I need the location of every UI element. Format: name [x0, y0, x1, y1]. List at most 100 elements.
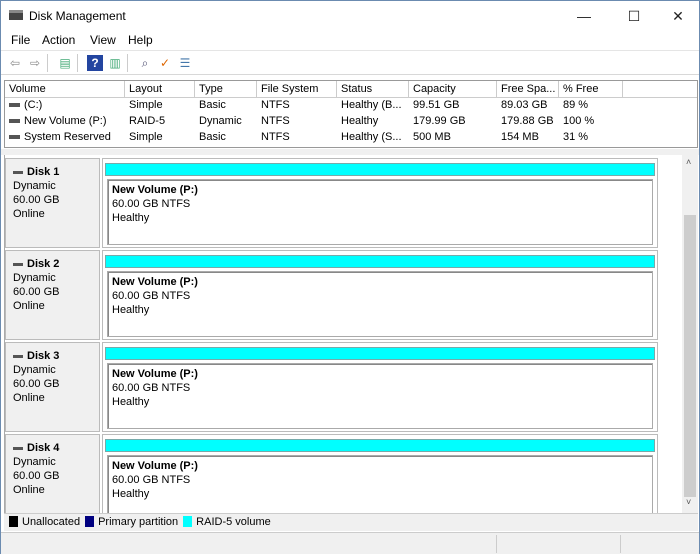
volume-partition[interactable]: New Volume (P:) 60.00 GB NTFS Healthy [107, 455, 653, 513]
table-cell[interactable]: 100 % [559, 114, 623, 130]
table-cell[interactable]: 99.51 GB [409, 98, 497, 114]
minimize-button[interactable]: — [561, 1, 607, 31]
vertical-scrollbar[interactable]: ˄ ˅ [682, 155, 698, 513]
legend-label: Unallocated [22, 516, 81, 528]
column-header-7[interactable]: % Free [559, 81, 623, 98]
disk-icon [13, 446, 23, 450]
column-header-6[interactable]: Free Spa... [497, 81, 559, 98]
column-header-empty [623, 81, 697, 98]
disk-type: Dynamic [13, 272, 56, 284]
disk-icon [13, 354, 23, 358]
volume-area: New Volume (P:) 60.00 GB NTFS Healthy [102, 342, 658, 432]
disk-row: Disk 1 Dynamic 60.00 GB Online New Volume (P… [5, 158, 681, 250]
table-cell[interactable]: Simple [125, 98, 195, 114]
disk-name-text: Disk 3 [27, 350, 60, 362]
table-cell[interactable]: Healthy (B... [337, 98, 409, 114]
table-cell[interactable]: NTFS [257, 114, 337, 130]
close-button[interactable]: ✕ [655, 1, 700, 31]
volume-partition[interactable]: New Volume (P:) 60.00 GB NTFS Healthy [107, 271, 653, 337]
cell-text: 89 % [563, 99, 589, 111]
disk-label[interactable]: Disk 4 Dynamic 60.00 GB Online [5, 434, 100, 513]
volume-area: New Volume (P:) 60.00 GB NTFS Healthy [102, 434, 658, 513]
cell-text: Simple [129, 131, 163, 143]
menu-help[interactable]: Help [128, 33, 153, 47]
volume-partition[interactable]: New Volume (P:) 60.00 GB NTFS Healthy [107, 363, 653, 429]
disk-name: Disk 3 [13, 349, 92, 363]
action-pane-icon[interactable]: ▥ [107, 55, 123, 71]
volume-health: Healthy [112, 212, 150, 224]
console-tree-icon[interactable]: ▤ [57, 55, 73, 71]
cell-text: NTFS [261, 115, 290, 127]
disk-label[interactable]: Disk 2 Dynamic 60.00 GB Online [5, 250, 100, 340]
table-cell[interactable]: Simple [125, 130, 195, 146]
menu-view[interactable]: View [90, 33, 116, 47]
table-cell[interactable]: 500 MB [409, 130, 497, 146]
table-cell[interactable]: NTFS [257, 130, 337, 146]
status-bar [1, 532, 699, 554]
volume-name: New Volume (P:) [112, 276, 198, 288]
column-header-0[interactable]: Volume [5, 81, 125, 98]
maximize-button[interactable]: ☐ [611, 1, 657, 31]
cell-text: 500 MB [413, 131, 451, 143]
raid5-volume-bar [105, 347, 655, 360]
volume-name[interactable]: (C:) [5, 98, 125, 114]
legend: Unallocated Primary partition RAID-5 volum… [4, 513, 698, 531]
table-cell[interactable]: Healthy [337, 114, 409, 130]
table-cell[interactable]: RAID-5 [125, 114, 195, 130]
table-cell[interactable]: 31 % [559, 130, 623, 146]
table-cell[interactable]: Basic [195, 98, 257, 114]
column-header-4[interactable]: Status [337, 81, 409, 98]
table-cell[interactable]: 89 % [559, 98, 623, 114]
cell-text: NTFS [261, 99, 290, 111]
menu-bar: File Action View Help [1, 31, 699, 49]
volume-name[interactable]: System Reserved [5, 130, 125, 146]
forward-arrow-icon[interactable]: ⇨ [27, 55, 43, 71]
toolbar-separator [127, 54, 128, 72]
disk-label[interactable]: Disk 1 Dynamic 60.00 GB Online [5, 158, 100, 248]
status-divider [620, 535, 621, 553]
cell-text: Simple [129, 99, 163, 111]
volume-partition[interactable]: New Volume (P:) 60.00 GB NTFS Healthy [107, 179, 653, 245]
volume-health: Healthy [112, 304, 150, 316]
volume-name: New Volume (P:) [112, 368, 198, 380]
raid5-volume-bar [105, 255, 655, 268]
scroll-up-icon[interactable]: ˄ [686, 157, 691, 167]
column-header-5[interactable]: Capacity [409, 81, 497, 98]
menu-action[interactable]: Action [42, 33, 75, 47]
checklist-icon[interactable]: ✓ [157, 55, 173, 71]
cell-text: Healthy (S... [341, 131, 402, 143]
table-cell[interactable]: 154 MB [497, 130, 559, 146]
volume-name: New Volume (P:) [112, 184, 198, 196]
disk-size: 60.00 GB [13, 470, 60, 482]
column-header-2[interactable]: Type [195, 81, 257, 98]
back-arrow-icon[interactable]: ⇦ [7, 55, 23, 71]
disk-label[interactable]: Disk 3 Dynamic 60.00 GB Online [5, 342, 100, 432]
disk-map: Disk 1 Dynamic 60.00 GB Online New Volume (P… [4, 155, 681, 513]
table-cell[interactable]: 179.88 GB [497, 114, 559, 130]
cell-text: 99.51 GB [413, 99, 460, 111]
table-cell[interactable]: Healthy (S... [337, 130, 409, 146]
table-cell[interactable]: 179.99 GB [409, 114, 497, 130]
volume-name[interactable]: New Volume (P:) [5, 114, 125, 130]
column-header-3[interactable]: File System [257, 81, 337, 98]
volume-list: Volume Layout Type File System Status Capacit… [4, 80, 698, 148]
drive-icon [9, 119, 20, 124]
help-icon[interactable]: ? [87, 55, 103, 71]
column-header-1[interactable]: Layout [125, 81, 195, 98]
disk-name-text: Disk 1 [27, 166, 60, 178]
scrollbar-thumb[interactable] [684, 215, 696, 497]
disk-type: Dynamic [13, 364, 56, 376]
table-cell[interactable]: 89.03 GB [497, 98, 559, 114]
scroll-down-icon[interactable]: ˅ [686, 497, 691, 507]
volume-detail: 60.00 GB NTFS [112, 290, 191, 302]
volume-detail: 60.00 GB NTFS [112, 198, 191, 210]
properties-icon[interactable]: ☰ [177, 55, 193, 71]
disk-row: Disk 2 Dynamic 60.00 GB Online New Volume (P… [5, 250, 681, 342]
connect-drive-icon[interactable]: ⌕ [137, 55, 153, 71]
table-cell[interactable]: NTFS [257, 98, 337, 114]
menu-file[interactable]: File [11, 33, 30, 47]
table-cell[interactable]: Basic [195, 130, 257, 146]
disk-name: Disk 4 [13, 441, 92, 455]
table-cell[interactable]: Dynamic [195, 114, 257, 130]
cell-text: 154 MB [501, 131, 539, 143]
